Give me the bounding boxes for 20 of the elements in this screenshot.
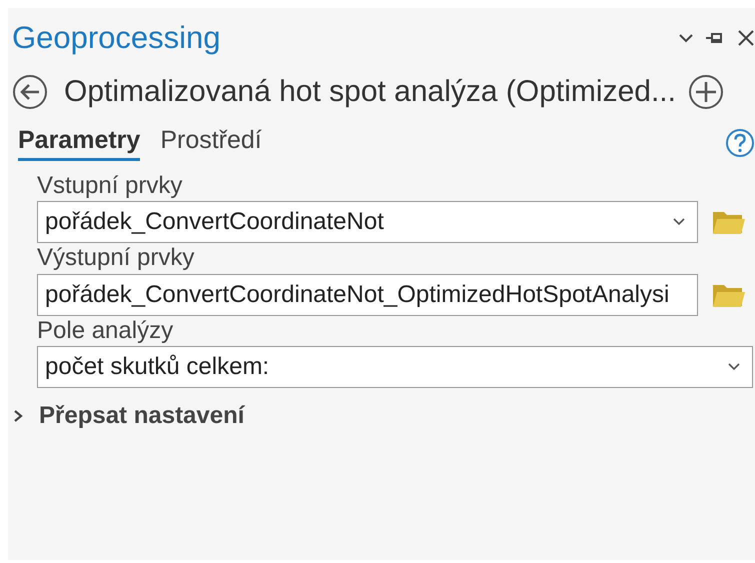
input-field[interactable]: pořádek_ConvertCoordinateNot_OptimizedHotSpotAnalysi (37, 274, 698, 316)
tool-title: Optimalizovaná hot spot analýza (Optimized... (64, 75, 676, 109)
help-icon[interactable] (725, 128, 755, 158)
back-icon[interactable] (12, 74, 48, 110)
pane-title: Geoprocessing (12, 20, 221, 56)
chevron-down-icon (728, 363, 740, 372)
dropdown-field[interactable]: počet skutků celkem: (37, 346, 753, 388)
parameter-label: Výstupní prvky (37, 245, 196, 272)
chevron-down-icon (673, 218, 685, 226)
pin-icon[interactable] (705, 31, 725, 45)
tab[interactable]: Prostředí (160, 124, 262, 161)
parameter-label: Pole analýzy (37, 318, 174, 344)
add-icon[interactable] (688, 74, 724, 110)
chevron-down-icon[interactable] (679, 33, 693, 43)
section-expander[interactable]: Přepsat nastavení (13, 402, 755, 430)
parameter-label: Vstupní prvky (37, 173, 184, 200)
dropdown-field[interactable]: pořádek_ConvertCoordinateNot (37, 201, 698, 244)
chevron-right-icon (13, 409, 23, 424)
tab[interactable]: Parametry (18, 124, 140, 161)
close-icon[interactable] (737, 29, 755, 47)
